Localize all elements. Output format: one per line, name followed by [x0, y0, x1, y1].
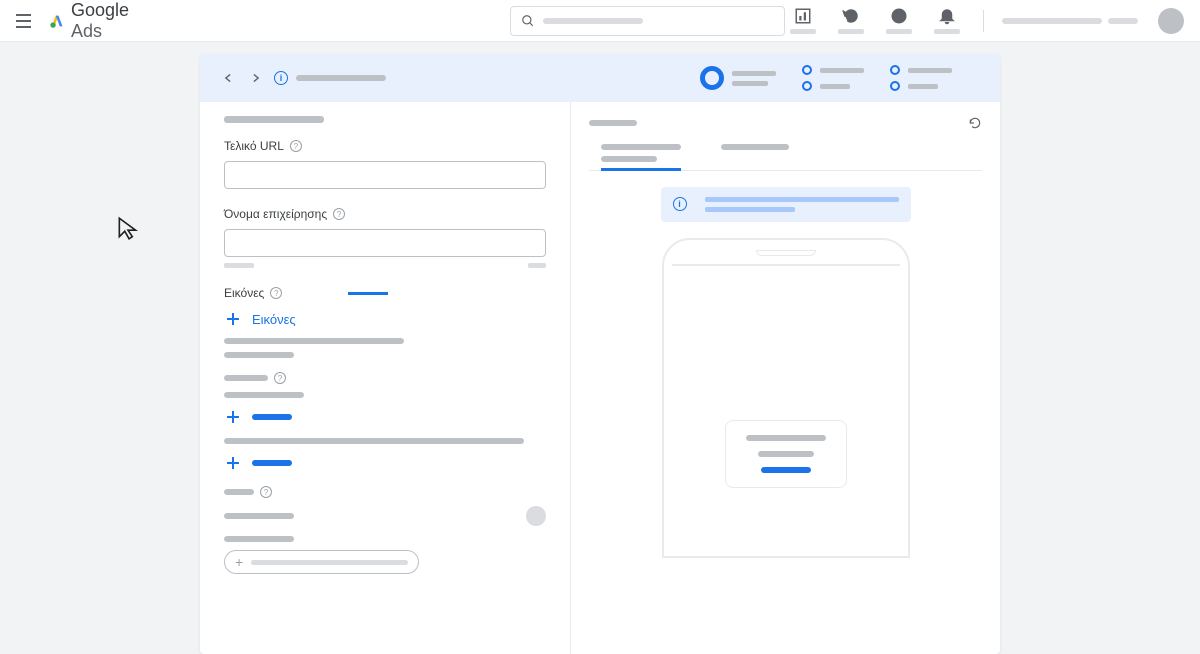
business-name-input[interactable] [224, 229, 546, 257]
preview-refresh-button[interactable] [968, 116, 982, 130]
preview-panel: i [571, 102, 1000, 654]
ad-preview-card [725, 420, 847, 488]
phone-notch [756, 250, 816, 256]
step-indicator-active [700, 66, 724, 90]
info-icon[interactable]: i [274, 71, 288, 85]
ad-editor-panel: i Τελικό URL? Όνομα επ [200, 54, 1000, 654]
description-placeholder [224, 338, 546, 358]
notifications-icon[interactable] [929, 3, 965, 39]
avatar[interactable] [1158, 8, 1184, 34]
help-icon[interactable]: ? [333, 208, 345, 220]
help-icon[interactable]: ? [270, 287, 282, 299]
step-group-2[interactable] [802, 65, 864, 91]
reports-icon[interactable] [785, 3, 821, 39]
images-label: Εικόνες? [224, 286, 546, 300]
breadcrumb [296, 75, 386, 81]
logo[interactable]: Google Ads [49, 0, 147, 42]
refresh-icon[interactable] [833, 3, 869, 39]
subsection-header-2: ? [224, 486, 546, 498]
plus-icon [224, 408, 242, 426]
form-panel: Τελικό URL? Όνομα επιχείρησης? Εικόνες? … [200, 102, 570, 654]
progress-bar: i [200, 54, 1000, 102]
subsection-header: ? [224, 372, 546, 384]
final-url-label: Τελικό URL? [224, 139, 546, 153]
final-url-input[interactable] [224, 161, 546, 189]
info-icon: i [673, 197, 687, 211]
step-current[interactable] [700, 65, 776, 91]
help-icon[interactable]: ? [274, 372, 286, 384]
section-header [224, 116, 324, 123]
nav-back-button[interactable] [218, 68, 238, 88]
menu-icon[interactable] [16, 14, 31, 28]
add-item-button[interactable] [224, 408, 546, 426]
phone-preview [662, 238, 910, 558]
search-box[interactable] [510, 6, 785, 36]
account-link[interactable] [1002, 18, 1138, 24]
logo-text: Google Ads [71, 0, 146, 42]
info-banner: i [661, 187, 911, 222]
google-ads-logo-icon [49, 11, 65, 31]
help-icon[interactable]: ? [290, 140, 302, 152]
business-name-label: Όνομα επιχείρησης? [224, 207, 546, 221]
plus-icon: + [235, 554, 243, 570]
plus-icon [224, 310, 242, 328]
add-item-button-2[interactable] [224, 454, 546, 472]
plus-icon [224, 454, 242, 472]
add-images-label: Εικόνες [252, 312, 296, 327]
preview-tab-2[interactable] [721, 144, 789, 170]
cursor-icon [115, 215, 141, 246]
preview-tab-1[interactable] [601, 144, 681, 170]
tag-input[interactable]: + [224, 550, 419, 574]
preview-title [589, 120, 637, 126]
add-images-button[interactable]: Εικόνες [224, 310, 546, 328]
round-button[interactable] [526, 506, 546, 526]
help-icon[interactable] [881, 3, 917, 39]
nav-forward-button[interactable] [246, 68, 266, 88]
step-group-3[interactable] [890, 65, 952, 91]
help-icon[interactable]: ? [260, 486, 272, 498]
ad-cta-placeholder [761, 467, 811, 473]
divider [983, 10, 984, 32]
